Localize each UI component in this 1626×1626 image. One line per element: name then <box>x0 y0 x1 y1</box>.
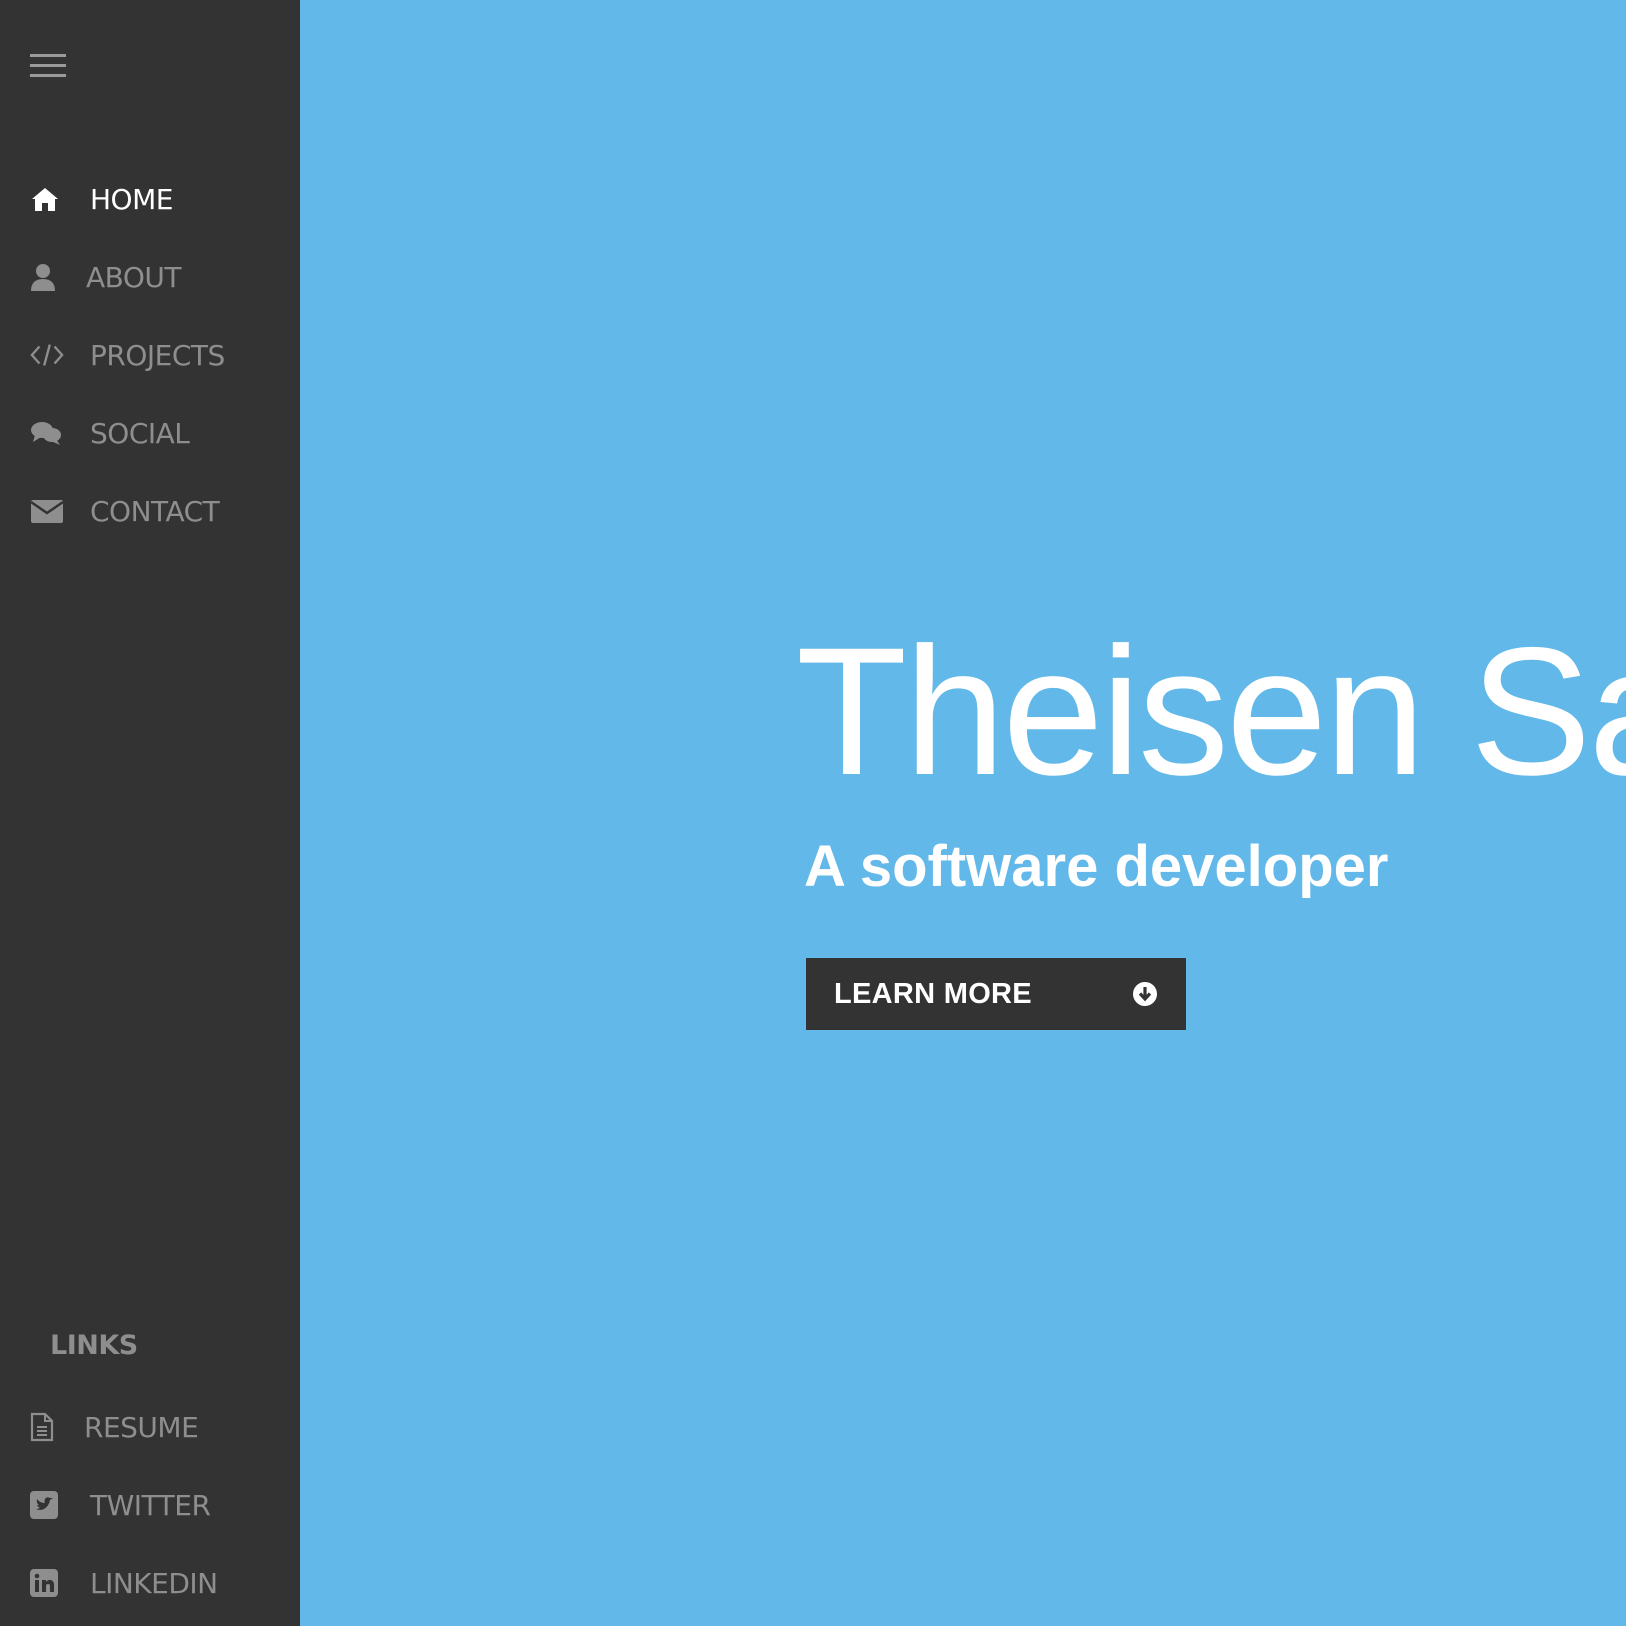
hero-title: Theisen Sa <box>796 609 1626 813</box>
envelope-icon <box>30 494 64 528</box>
hamburger-menu-icon[interactable] <box>30 54 66 78</box>
learn-more-label: LEARN MORE <box>834 977 1032 1010</box>
sidebar: HOME ABOUT PROJECTS SOCIAL CONTACT LINKS… <box>0 0 300 1626</box>
nav-item-social[interactable]: SOCIAL <box>30 413 190 453</box>
nav-item-home[interactable]: HOME <box>30 179 173 219</box>
twitter-icon <box>30 1488 64 1522</box>
nav-label-projects: PROJECTS <box>90 338 225 372</box>
nav-item-projects[interactable]: PROJECTS <box>30 335 225 375</box>
nav-label-contact: CONTACT <box>90 494 220 528</box>
home-icon <box>30 182 64 216</box>
link-item-linkedin[interactable]: LINKEDIN <box>30 1563 218 1603</box>
nav-label-about: ABOUT <box>86 260 182 294</box>
comments-icon <box>30 416 64 450</box>
link-label-linkedin: LINKEDIN <box>90 1566 218 1600</box>
user-icon <box>30 260 64 294</box>
code-icon <box>30 338 64 372</box>
nav-item-about[interactable]: ABOUT <box>30 257 182 297</box>
link-label-twitter: TWITTER <box>90 1488 211 1522</box>
document-icon <box>30 1410 64 1444</box>
nav-item-contact[interactable]: CONTACT <box>30 491 220 531</box>
learn-more-button[interactable]: LEARN MORE <box>806 958 1186 1030</box>
link-item-twitter[interactable]: TWITTER <box>30 1485 211 1525</box>
link-label-resume: RESUME <box>84 1410 199 1444</box>
nav-label-social: SOCIAL <box>90 416 190 450</box>
links-heading: LINKS <box>50 1330 138 1361</box>
arrow-circle-down-icon <box>1132 981 1158 1007</box>
nav-label-home: HOME <box>90 182 173 216</box>
linkedin-icon <box>30 1566 64 1600</box>
link-item-resume[interactable]: RESUME <box>30 1407 199 1447</box>
hero-subtitle: A software developer <box>804 834 1389 899</box>
